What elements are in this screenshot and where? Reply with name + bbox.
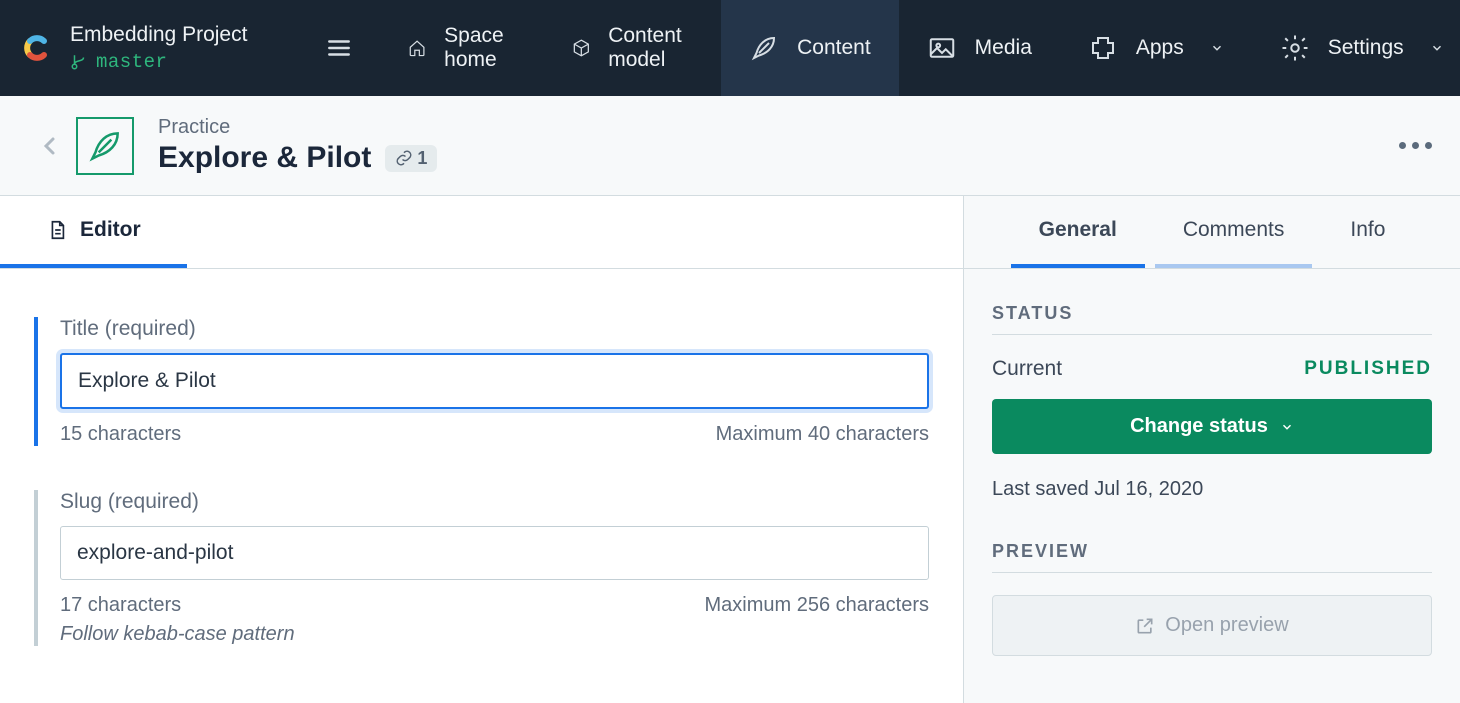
top-navigation: Embedding Project master Space home Cont…	[0, 0, 1460, 96]
nav-label: Content model	[608, 24, 693, 72]
nav-label: Apps	[1136, 36, 1184, 60]
page-header: Practice Explore & Pilot 1	[0, 96, 1460, 196]
tab-label: Editor	[80, 218, 141, 242]
editor-tabbar: Editor	[0, 196, 963, 269]
title-input[interactable]	[60, 353, 929, 409]
preview-section-title: PREVIEW	[992, 541, 1432, 573]
content-type-name: Practice	[158, 116, 437, 139]
project-switcher[interactable]: Embedding Project master	[0, 0, 380, 96]
entry-title: Explore & Pilot	[158, 141, 371, 175]
nav-media[interactable]: Media	[899, 0, 1060, 96]
nav-label: Content	[797, 36, 871, 60]
last-saved-text: Last saved Jul 16, 2020	[992, 454, 1432, 529]
char-max: Maximum 40 characters	[716, 423, 929, 446]
project-name: Embedding Project	[70, 23, 247, 47]
branch-name: master	[96, 51, 167, 73]
feather-icon	[749, 33, 779, 63]
puzzle-icon	[1088, 33, 1118, 63]
nav-label: Settings	[1328, 36, 1404, 60]
box-icon	[572, 33, 591, 63]
link-icon	[395, 149, 413, 167]
nav-content[interactable]: Content	[721, 0, 899, 96]
char-max: Maximum 256 characters	[704, 594, 929, 617]
contentful-logo-icon	[18, 30, 54, 66]
chevron-down-icon	[1210, 41, 1224, 55]
field-label: Slug (required)	[60, 490, 929, 514]
nav-label: Space home	[444, 24, 515, 72]
image-icon	[927, 33, 957, 63]
change-status-button[interactable]: Change status	[992, 399, 1432, 454]
nav-apps[interactable]: Apps	[1060, 0, 1252, 96]
nav-content-model[interactable]: Content model	[544, 0, 722, 96]
status-current-label: Current	[992, 357, 1062, 381]
chevron-down-icon	[1430, 41, 1444, 55]
back-button[interactable]	[38, 134, 62, 158]
open-preview-button[interactable]: Open preview	[992, 595, 1432, 656]
nav-label: Media	[975, 36, 1032, 60]
document-icon	[46, 219, 68, 241]
link-count-badge[interactable]: 1	[385, 145, 437, 172]
hamburger-icon[interactable]	[326, 35, 352, 61]
status-section-title: STATUS	[992, 303, 1432, 335]
sidebar-tab-info[interactable]: Info	[1322, 196, 1413, 268]
home-icon	[408, 33, 426, 63]
sidebar-tabs: General Comments Info	[964, 196, 1460, 269]
sidebar-tab-comments[interactable]: Comments	[1155, 196, 1313, 268]
char-count: 17 characters	[60, 594, 181, 617]
tab-editor[interactable]: Editor	[0, 196, 187, 268]
entry-actions-menu[interactable]	[1399, 142, 1432, 149]
chevron-down-icon	[1280, 420, 1294, 434]
content-type-icon	[76, 117, 134, 175]
field-title: Title (required) 15 characters Maximum 4…	[34, 317, 929, 446]
nav-settings[interactable]: Settings	[1252, 0, 1460, 96]
external-link-icon	[1135, 616, 1155, 636]
char-count: 15 characters	[60, 423, 181, 446]
branch-icon	[70, 53, 88, 71]
sidebar-tab-general[interactable]: General	[1011, 196, 1145, 268]
field-slug: Slug (required) 17 characters Maximum 25…	[34, 490, 929, 646]
field-label: Title (required)	[60, 317, 929, 341]
nav-space-home[interactable]: Space home	[380, 0, 544, 96]
status-current-value: PUBLISHED	[1304, 358, 1432, 380]
field-hint: Follow kebab-case pattern	[60, 623, 929, 646]
gear-icon	[1280, 33, 1310, 63]
breadcrumb: Practice Explore & Pilot 1	[158, 116, 437, 175]
slug-input[interactable]	[60, 526, 929, 580]
